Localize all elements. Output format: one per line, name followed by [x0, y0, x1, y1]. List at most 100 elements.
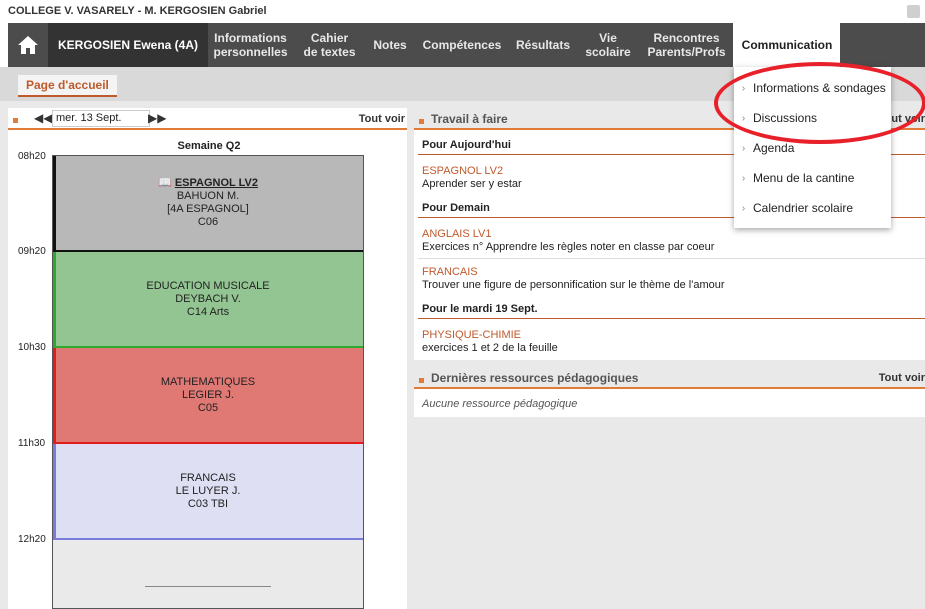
task-text: Aprender ser y estar — [422, 178, 522, 190]
section-tuesday: Pour le mardi 19 Sept. — [422, 303, 538, 315]
nav-item-label: scolaire — [585, 45, 631, 59]
nav-item-label: de textes — [303, 45, 356, 59]
menu-item-label: Informations & sondages — [753, 81, 886, 95]
course-subject: 📖 ESPAGNOL LV2 — [158, 177, 258, 190]
course-room: C06 — [197, 216, 219, 228]
menu-item-label: Discussions — [753, 111, 818, 125]
task-text: Exercices n° Apprendre les règles noter … — [422, 241, 715, 253]
menu-item-label: Menu de la cantine — [753, 171, 855, 185]
timetable-grid: 📖 ESPAGNOL LV2 BAHUON M. [4A ESPAGNOL] C… — [52, 155, 364, 609]
nav-item-label: Résultats — [515, 38, 571, 52]
time-label: 12h20 — [18, 534, 46, 545]
menu-item-label: Agenda — [753, 141, 795, 155]
window-title: COLLEGE V. VASARELY - M. KERGOSIEN Gabri… — [8, 5, 267, 17]
course-math[interactable]: MATHEMATIQUES LEGIER J. C05 — [53, 348, 363, 444]
course-teacher: LEGIER J. — [182, 388, 234, 401]
task-text: exercices 1 et 2 de la feuille — [422, 342, 558, 354]
nav-items: Informations personnelles Cahier de textes… — [208, 23, 733, 67]
nav-item-label: Informations — [214, 31, 287, 45]
book-icon: 📖 — [158, 177, 172, 189]
course-teacher: LE LUYER J. — [175, 484, 241, 497]
next-day-icon[interactable]: ▶▶ — [148, 111, 166, 125]
task-text: Trouver une figure de personnification s… — [422, 279, 725, 291]
nav-item-skills[interactable]: Compétences — [414, 23, 510, 67]
previous-day-icon[interactable]: ◀◀ — [34, 111, 52, 125]
main-nav: KERGOSIEN Ewena (4A) Informations personn… — [0, 23, 925, 67]
divider — [418, 258, 925, 259]
title-bar: COLLEGE V. VASARELY - M. KERGOSIEN Gabri… — [0, 0, 925, 23]
task-subject[interactable]: PHYSIQUE-CHIMIE — [422, 329, 521, 341]
time-label: 08h20 — [18, 151, 46, 162]
course-music[interactable]: EDUCATION MUSICALE DEYBACH V. C14 Arts — [53, 252, 363, 348]
course-room: C03 TBI — [187, 497, 229, 510]
nav-item-meetings[interactable]: Rencontres Parents/Profs — [640, 23, 733, 67]
homework-title: Travail à faire — [431, 112, 508, 126]
task-subject[interactable]: FRANCAIS — [422, 266, 478, 278]
course-room: C14 Arts — [186, 305, 230, 318]
nav-item-label: Vie — [599, 31, 617, 45]
window-icon[interactable] — [907, 5, 920, 18]
chevron-right-icon: › — [741, 112, 746, 124]
panel-marker-icon — [419, 119, 424, 124]
course-room: C05 — [197, 401, 219, 414]
timetable-view-all-link[interactable]: Tout voir — [359, 113, 405, 125]
chevron-right-icon: › — [741, 142, 746, 154]
resources-panel: Dernières ressources pédagogiques Tout v… — [414, 367, 925, 417]
tab-home-page[interactable]: Page d'accueil — [18, 75, 117, 97]
home-icon — [18, 36, 38, 54]
task-subject[interactable]: ANGLAIS LV1 — [422, 228, 492, 240]
nav-item-grades[interactable]: Notes — [366, 23, 414, 67]
course-subject: EDUCATION MUSICALE — [146, 279, 270, 292]
course-teacher: DEYBACH V. — [175, 292, 241, 305]
time-label: 09h20 — [18, 246, 46, 257]
date-input[interactable]: mer. 13 Sept. — [52, 110, 150, 127]
menu-item-agenda[interactable]: › Agenda — [734, 133, 891, 163]
menu-item-discussions[interactable]: › Discussions — [734, 103, 891, 133]
nav-item-communication[interactable]: Communication — [734, 23, 840, 67]
course-color-bar — [53, 156, 56, 250]
time-label: 11h30 — [18, 438, 46, 449]
panel-marker-icon — [419, 378, 424, 383]
nav-item-label: Rencontres — [653, 31, 720, 45]
divider — [418, 318, 925, 319]
section-today: Pour Aujourd'hui — [422, 139, 511, 151]
course-subject-text: ESPAGNOL LV2 — [174, 177, 258, 189]
course-spanish[interactable]: 📖 ESPAGNOL LV2 BAHUON M. [4A ESPAGNOL] C… — [53, 156, 363, 252]
course-color-bar — [53, 252, 56, 346]
time-label: 10h30 — [18, 342, 46, 353]
chevron-right-icon: › — [741, 172, 746, 184]
nav-item-label: personnelles — [213, 45, 288, 59]
chevron-right-icon: › — [741, 82, 746, 94]
nav-item-label: Notes — [373, 38, 407, 52]
course-subject: MATHEMATIQUES — [160, 375, 256, 388]
chevron-right-icon: › — [741, 202, 746, 214]
divider — [145, 586, 271, 587]
course-french[interactable]: FRANCAIS LE LUYER J. C03 TBI — [53, 444, 363, 540]
nav-item-label: Parents/Profs — [647, 45, 726, 59]
nav-filler — [840, 23, 925, 67]
nav-item-textbook[interactable]: Cahier de textes — [293, 23, 366, 67]
resources-view-all-link[interactable]: Tout voir — [879, 372, 925, 384]
nav-item-results[interactable]: Résultats — [510, 23, 576, 67]
nav-item-label: Cahier — [310, 31, 349, 45]
course-teacher: BAHUON M. — [176, 190, 240, 202]
course-color-bar — [53, 348, 56, 442]
resources-title: Dernières ressources pédagogiques — [431, 371, 639, 385]
resources-header: Dernières ressources pédagogiques Tout v… — [414, 367, 925, 389]
nav-item-school-life[interactable]: Vie scolaire — [576, 23, 640, 67]
course-color-bar — [53, 444, 56, 538]
menu-item-school-calendar[interactable]: › Calendrier scolaire — [734, 193, 891, 223]
menu-item-label: Calendrier scolaire — [753, 201, 854, 215]
course-subject: FRANCAIS — [180, 471, 236, 484]
communication-dropdown: › Informations & sondages › Discussions … — [734, 67, 891, 228]
week-label: Semaine Q2 — [177, 140, 241, 152]
resources-empty-text: Aucune ressource pédagogique — [422, 398, 578, 410]
menu-item-canteen-menu[interactable]: › Menu de la cantine — [734, 163, 891, 193]
course-group: [4A ESPAGNOL] — [167, 203, 249, 215]
nav-item-personal-info[interactable]: Informations personnelles — [208, 23, 293, 67]
task-subject[interactable]: ESPAGNOL LV2 — [422, 165, 503, 177]
home-button[interactable] — [8, 23, 48, 67]
student-selector[interactable]: KERGOSIEN Ewena (4A) — [48, 23, 208, 67]
timetable-panel: ◀◀ mer. 13 Sept. ▶▶ Tout voir Semaine Q2… — [8, 108, 407, 609]
menu-item-info-surveys[interactable]: › Informations & sondages — [734, 73, 891, 103]
